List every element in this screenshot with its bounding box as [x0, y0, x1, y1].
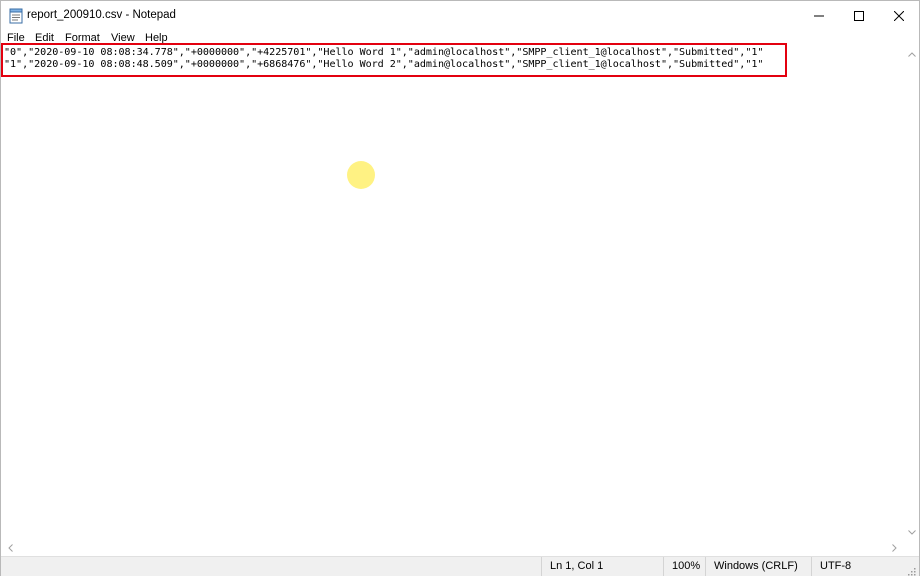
scrollbar-corner: [904, 541, 919, 556]
close-icon: [894, 11, 904, 21]
status-bar: Ln 1, Col 1 100% Windows (CRLF) UTF-8: [1, 556, 919, 576]
status-zoom: 100%: [663, 557, 705, 576]
scroll-right-arrow[interactable]: [887, 541, 902, 555]
title-bar[interactable]: report_200910.csv - Notepad: [1, 1, 919, 31]
scroll-left-arrow[interactable]: [3, 541, 18, 555]
close-button[interactable]: [879, 1, 919, 31]
maximize-button[interactable]: [839, 1, 879, 31]
menu-format[interactable]: Format: [65, 31, 100, 45]
text-line-1: "0","2020-09-10 08:08:34.778","+0000000"…: [4, 47, 764, 58]
menu-view[interactable]: View: [111, 31, 135, 45]
minimize-button[interactable]: [799, 1, 839, 31]
vertical-scrollbar[interactable]: [904, 45, 919, 541]
notepad-window: report_200910.csv - Notepad File Edit Fo…: [0, 0, 920, 576]
status-encoding: UTF-8: [811, 557, 903, 576]
status-line-ending: Windows (CRLF): [705, 557, 811, 576]
chevron-down-icon: [907, 529, 916, 535]
notepad-icon: [9, 8, 23, 24]
minimize-icon: [814, 15, 824, 17]
horizontal-scrollbar[interactable]: [1, 541, 904, 556]
resize-grip-icon[interactable]: [906, 563, 916, 576]
chevron-up-icon: [907, 51, 916, 57]
window-title: report_200910.csv - Notepad: [27, 9, 176, 21]
menu-edit[interactable]: Edit: [35, 31, 54, 45]
text-line-2: "1","2020-09-10 08:08:48.509","+0000000"…: [4, 59, 764, 70]
menu-bar: File Edit Format View Help: [1, 31, 919, 45]
menu-file[interactable]: File: [7, 31, 25, 45]
chevron-left-icon: [8, 544, 13, 552]
text-editor[interactable]: "0","2020-09-10 08:08:34.778","+0000000"…: [1, 43, 904, 541]
scroll-up-arrow[interactable]: [904, 47, 919, 61]
mouse-cursor-highlight: [347, 161, 375, 189]
status-position: Ln 1, Col 1: [541, 557, 663, 576]
scroll-down-arrow[interactable]: [904, 525, 919, 539]
chevron-right-icon: [892, 544, 897, 552]
menu-help[interactable]: Help: [145, 31, 168, 45]
maximize-icon: [854, 11, 864, 21]
